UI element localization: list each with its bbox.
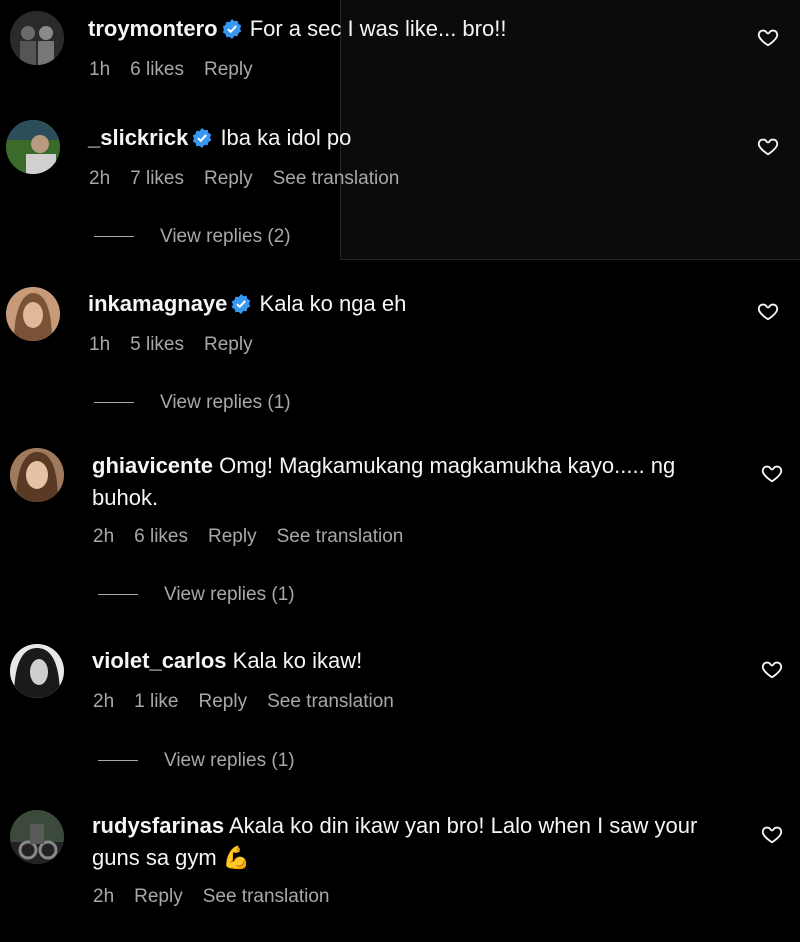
verified-badge-icon xyxy=(222,19,241,39)
comment-meta: 2h 1 like Reply See translation xyxy=(93,691,414,713)
comment-time: 2h xyxy=(93,691,115,712)
comment-body: Kala ko ikaw! xyxy=(232,648,363,673)
see-translation-link[interactable]: See translation xyxy=(277,526,404,547)
view-replies-button[interactable]: View replies (1) xyxy=(98,584,295,606)
see-translation-link[interactable]: See translation xyxy=(267,691,394,712)
view-replies-button[interactable]: View replies (1) xyxy=(94,392,291,414)
reply-button[interactable]: Reply xyxy=(204,168,253,189)
comment-body: For a sec I was like... bro!! xyxy=(249,16,507,41)
comment-username[interactable]: troymontero xyxy=(88,16,218,41)
comment-likes[interactable]: 6 likes xyxy=(130,59,184,80)
comment-username[interactable]: inkamagnaye xyxy=(88,291,227,316)
heart-outline-icon[interactable] xyxy=(757,26,779,48)
comment-body: Iba ka idol po xyxy=(220,125,352,150)
replies-divider xyxy=(94,236,134,238)
comment-likes[interactable]: 6 likes xyxy=(134,526,188,547)
reply-button[interactable]: Reply xyxy=(204,59,253,80)
view-replies-label: View replies (2) xyxy=(160,226,291,247)
comment-time: 1h xyxy=(89,59,111,80)
comment-username[interactable]: _slickrick xyxy=(88,125,188,150)
avatar[interactable] xyxy=(10,448,64,502)
see-translation-link[interactable]: See translation xyxy=(273,168,400,189)
heart-outline-icon[interactable] xyxy=(761,658,783,680)
verified-badge-icon xyxy=(193,128,212,148)
reply-button[interactable]: Reply xyxy=(134,886,183,907)
comment-meta: 1h 5 likes Reply xyxy=(89,334,273,356)
avatar[interactable] xyxy=(6,120,60,174)
comment-username[interactable]: ghiavicente xyxy=(92,453,213,478)
view-replies-label: View replies (1) xyxy=(160,392,291,413)
comment-text-line: violet_carlos Kala ko ikaw! xyxy=(92,645,712,677)
view-replies-label: View replies (1) xyxy=(164,584,295,605)
comment-meta: 2h 6 likes Reply See translation xyxy=(93,526,423,548)
comment-text-line: ghiavicente Omg! Magkamukang magkamukha … xyxy=(92,450,732,514)
replies-divider xyxy=(98,760,138,762)
verified-badge-icon xyxy=(232,294,251,314)
comment-time: 2h xyxy=(93,526,115,547)
comment-username[interactable]: rudysfarinas xyxy=(92,813,224,838)
comment-time: 2h xyxy=(93,886,115,907)
replies-divider xyxy=(98,594,138,596)
heart-outline-icon[interactable] xyxy=(757,300,779,322)
view-replies-button[interactable]: View replies (1) xyxy=(98,750,295,772)
heart-outline-icon[interactable] xyxy=(761,462,783,484)
comment-text-line: rudysfarinas Akala ko din ikaw yan bro! … xyxy=(92,810,732,874)
avatar[interactable] xyxy=(10,644,64,698)
comment-likes[interactable]: 5 likes xyxy=(130,334,184,355)
heart-outline-icon[interactable] xyxy=(757,135,779,157)
comment-body: Kala ko nga eh xyxy=(259,291,407,316)
comment-text-line: inkamagnaye Kala ko nga eh xyxy=(88,288,708,320)
comment-likes[interactable]: 7 likes xyxy=(130,168,184,189)
view-replies-button[interactable]: View replies (2) xyxy=(94,226,291,248)
comment-text-line: troymontero For a sec I was like... bro!… xyxy=(88,13,708,45)
see-translation-link[interactable]: See translation xyxy=(203,886,330,907)
avatar[interactable] xyxy=(10,11,64,65)
comment-time: 1h xyxy=(89,334,111,355)
comment-likes[interactable]: 1 like xyxy=(134,691,178,712)
reply-button[interactable]: Reply xyxy=(204,334,253,355)
comment-username[interactable]: violet_carlos xyxy=(92,648,227,673)
heart-outline-icon[interactable] xyxy=(761,823,783,845)
avatar[interactable] xyxy=(10,810,64,864)
comment-meta: 2h 7 likes Reply See translation xyxy=(89,168,419,190)
comment-meta: 1h 6 likes Reply xyxy=(89,59,273,81)
replies-divider xyxy=(94,402,134,404)
avatar[interactable] xyxy=(6,287,60,341)
comment-meta: 2h Reply See translation xyxy=(93,886,349,908)
reply-button[interactable]: Reply xyxy=(208,526,257,547)
comment-time: 2h xyxy=(89,168,111,189)
view-replies-label: View replies (1) xyxy=(164,750,295,771)
reply-button[interactable]: Reply xyxy=(199,691,248,712)
comment-text-line: _slickrick Iba ka idol po xyxy=(88,122,708,154)
